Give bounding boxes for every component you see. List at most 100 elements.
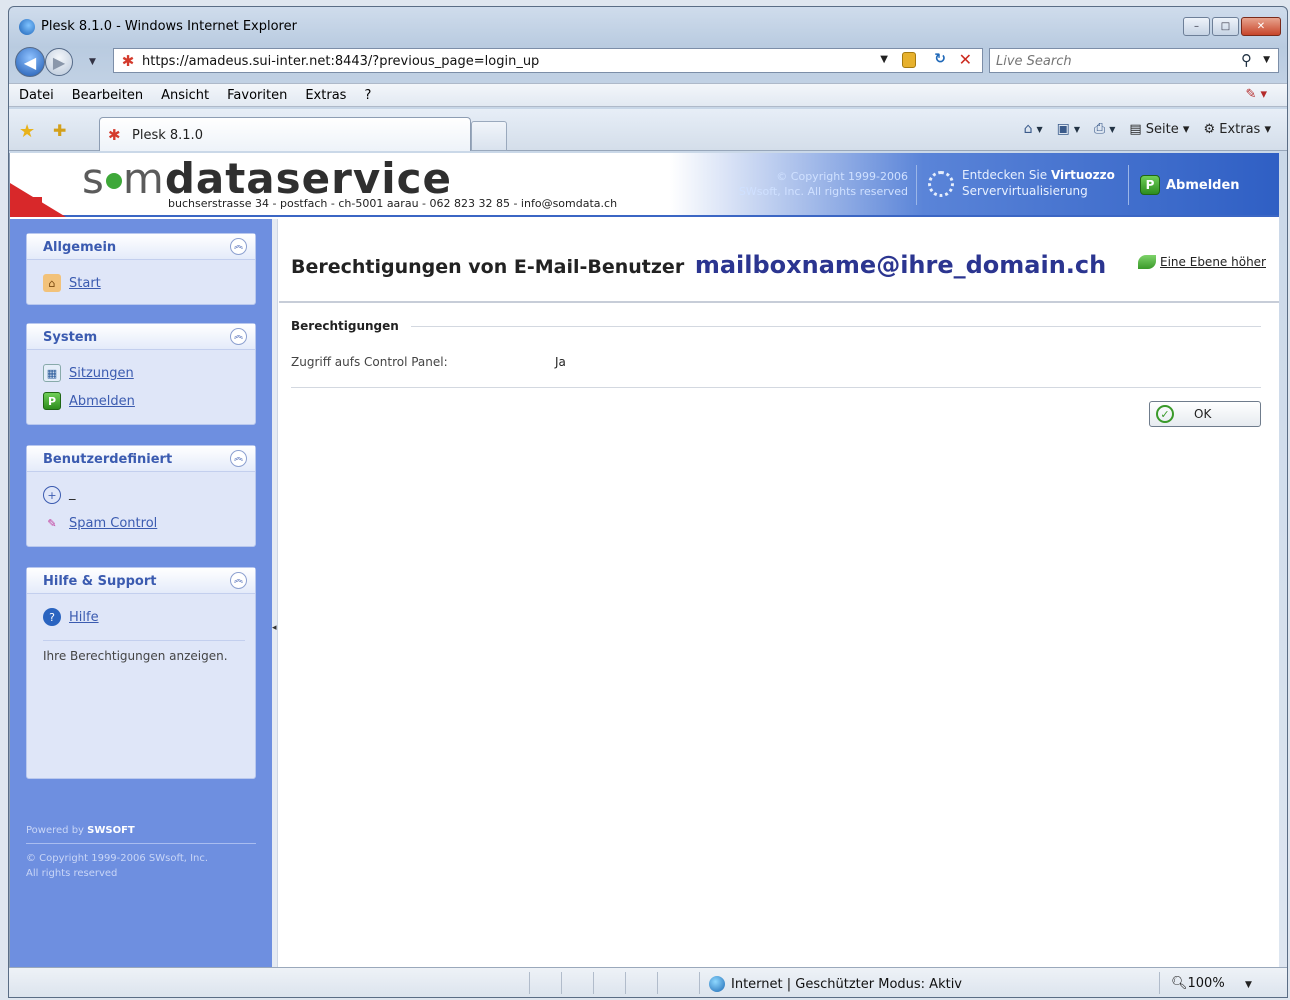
sidebar-link-abmelden[interactable]: Abmelden (69, 394, 135, 409)
menu-bearbeiten[interactable]: Bearbeiten (72, 88, 143, 103)
zoom-dropdown-icon[interactable]: ▼ (1245, 980, 1252, 990)
sidebar-link-start[interactable]: Start (69, 276, 101, 291)
permission-label: Zugriff aufs Control Panel: (291, 355, 448, 369)
sidebar-item-custom[interactable]: + _ (43, 480, 255, 508)
page-viewport: s mdataservice buchserstrasse 34 - postfa… (9, 153, 1279, 967)
refresh-icon[interactable]: ↻ (934, 51, 946, 67)
sidebar-item-hilfe[interactable]: ? Hilfe (43, 602, 255, 630)
mailbox-name: mailboxname@ihre_domain.ch (694, 251, 1107, 279)
address-dropdown-icon[interactable]: ▼ (880, 54, 888, 65)
home-icon[interactable]: ⌂ (1024, 121, 1033, 137)
logo-text-m: m (122, 154, 165, 203)
collapse-icon[interactable]: ︽ (230, 328, 247, 345)
header-divider (916, 165, 917, 205)
status-divider (657, 972, 658, 994)
status-divider (561, 972, 562, 994)
back-button[interactable]: ◀ (15, 47, 45, 77)
logo-green-dot (105, 173, 122, 189)
tools-label: Extras (1219, 121, 1261, 137)
security-zone[interactable]: Internet | Geschützter Modus: Aktiv (709, 976, 962, 992)
site-favicon-icon: ✱ (121, 52, 135, 70)
sidebar-link-sitzungen[interactable]: Sitzungen (69, 366, 134, 381)
sidebar-label-custom[interactable]: _ (69, 486, 76, 501)
header-copyright-line1: © Copyright 1999-2006 (776, 170, 908, 183)
search-box[interactable]: ⚲ ▼ (989, 48, 1279, 73)
zone-label: Internet | Geschützter Modus: Aktiv (731, 976, 962, 992)
tools-menu[interactable]: ⚙ Extras ▾ (1203, 122, 1271, 137)
collapse-icon[interactable]: ︽ (230, 238, 247, 255)
search-input[interactable] (996, 53, 1216, 69)
favorites-star-icon[interactable]: ★ (19, 121, 35, 142)
search-icon[interactable]: ⚲ (1241, 51, 1252, 69)
window-title: Plesk 8.1.0 - Windows Internet Explorer (41, 19, 297, 34)
page-title: Berechtigungen von E-Mail-Benutzer mailb… (291, 251, 1106, 279)
menu-help[interactable]: ? (364, 88, 371, 103)
feeds-icon[interactable]: ▣ (1057, 121, 1070, 137)
lock-icon[interactable] (902, 52, 916, 68)
status-bar: Internet | Geschützter Modus: Aktiv 🔍︎10… (9, 967, 1287, 997)
page-menu[interactable]: ▤ Seite ▾ (1129, 122, 1189, 137)
company-address: buchserstrasse 34 - postfach - ch-5001 a… (168, 197, 618, 210)
header-copyright-line2: SWsoft, Inc. All rights reserved (738, 185, 908, 198)
stop-icon[interactable]: ✕ (959, 50, 972, 69)
sidebar-item-abmelden[interactable]: P Abmelden (43, 386, 255, 414)
brand-logo[interactable]: s mdataservice (82, 155, 452, 203)
section-title: Berechtigungen (291, 319, 411, 333)
group-title-allgemein: Allgemein (43, 240, 117, 255)
search-options-icon[interactable]: ▼ (1263, 55, 1270, 65)
virtuozzo-bold: Virtuozzo (1050, 168, 1115, 182)
custom-button-icon: + (43, 486, 61, 504)
sidebar-copyright-line2: All rights reserved (26, 868, 118, 879)
minimize-button[interactable]: – (1183, 17, 1210, 36)
header-logout-button[interactable]: P Abmelden (1140, 175, 1240, 195)
close-button[interactable]: ✕ (1241, 17, 1281, 36)
menu-favoriten[interactable]: Favoriten (227, 88, 287, 103)
swsoft-logo[interactable]: SWSOFT (87, 825, 135, 836)
group-title-system: System (43, 330, 98, 345)
sidebar-copyright: © Copyright 1999-2006 SWsoft, Inc. All ri… (26, 851, 208, 881)
up-level-icon (1138, 255, 1157, 269)
add-favorites-icon[interactable]: ✚ (53, 121, 66, 140)
translate-icon[interactable]: ✎ ▾ (1245, 87, 1267, 102)
tab-plesk[interactable]: ✱ Plesk 8.1.0 (99, 117, 471, 151)
sidebar-group-hilfe: Hilfe & Support ︽ ? Hilfe Ihre Berechtigun… (26, 567, 256, 779)
sidebar-item-start[interactable]: ⌂ Start (43, 268, 255, 296)
header-banner: s mdataservice buchserstrasse 34 - postfa… (10, 153, 1279, 217)
title-bar: Plesk 8.1.0 - Windows Internet Explorer … (9, 7, 1287, 39)
sidebar-splitter[interactable]: ◂ (272, 219, 278, 967)
virtuozzo-line2: Servervirtualisierung (962, 184, 1088, 198)
sidebar-link-spam-control[interactable]: Spam Control (69, 516, 157, 531)
header-divider-2 (1128, 165, 1129, 205)
history-dropdown-icon[interactable]: ▼ (89, 57, 96, 67)
menu-ansicht[interactable]: Ansicht (161, 88, 209, 103)
sidebar-copyright-line1: © Copyright 1999-2006 SWsoft, Inc. (26, 853, 209, 864)
new-tab-button[interactable] (471, 121, 507, 151)
address-bar[interactable]: ✱ https://amadeus.sui-inter.net:8443/?pr… (113, 48, 983, 73)
up-level-label[interactable]: Eine Ebene höher (1160, 255, 1266, 269)
ok-button-label: OK (1194, 407, 1212, 421)
collapse-icon[interactable]: ︽ (230, 450, 247, 467)
menu-extras[interactable]: Extras (305, 88, 346, 103)
command-bar: ⌂ ▼ ▣ ▼ ⎙ ▼ ▤ Seite ▾ ⚙ Extras ▾ (1023, 121, 1271, 137)
zoom-level[interactable]: 🔍︎100% (1171, 976, 1225, 991)
url-text[interactable]: https://amadeus.sui-inter.net:8443/?prev… (142, 54, 539, 69)
spam-icon: ✎ (47, 516, 57, 530)
main-content: Berechtigungen von E-Mail-Benutzer mailb… (279, 219, 1279, 967)
status-divider (1159, 972, 1160, 994)
up-level-link[interactable]: Eine Ebene höher (1138, 255, 1266, 269)
sidebar-link-hilfe[interactable]: Hilfe (69, 610, 99, 625)
collapse-sidebar-icon[interactable]: ◂ (272, 623, 277, 633)
forward-button[interactable]: ▶ (45, 48, 73, 76)
sidebar-item-sitzungen[interactable]: ▦ Sitzungen (43, 358, 255, 386)
maximize-button[interactable]: □ (1212, 17, 1239, 36)
ok-button[interactable]: ✓ OK (1149, 401, 1261, 427)
virtuozzo-link[interactable]: Entdecken Sie Virtuozzo Servervirtualisie… (962, 167, 1115, 199)
sidebar-group-allgemein: Allgemein ︽ ⌂ Start (26, 233, 256, 305)
powered-by: Powered by SWSOFT (26, 825, 135, 836)
globe-icon (709, 976, 725, 992)
collapse-icon[interactable]: ︽ (230, 572, 247, 589)
virtuozzo-icon[interactable] (928, 171, 954, 197)
sidebar-item-spam-control[interactable]: ✎ Spam Control (43, 508, 255, 536)
print-icon[interactable]: ⎙ (1094, 121, 1105, 137)
menu-datei[interactable]: Datei (19, 88, 54, 103)
